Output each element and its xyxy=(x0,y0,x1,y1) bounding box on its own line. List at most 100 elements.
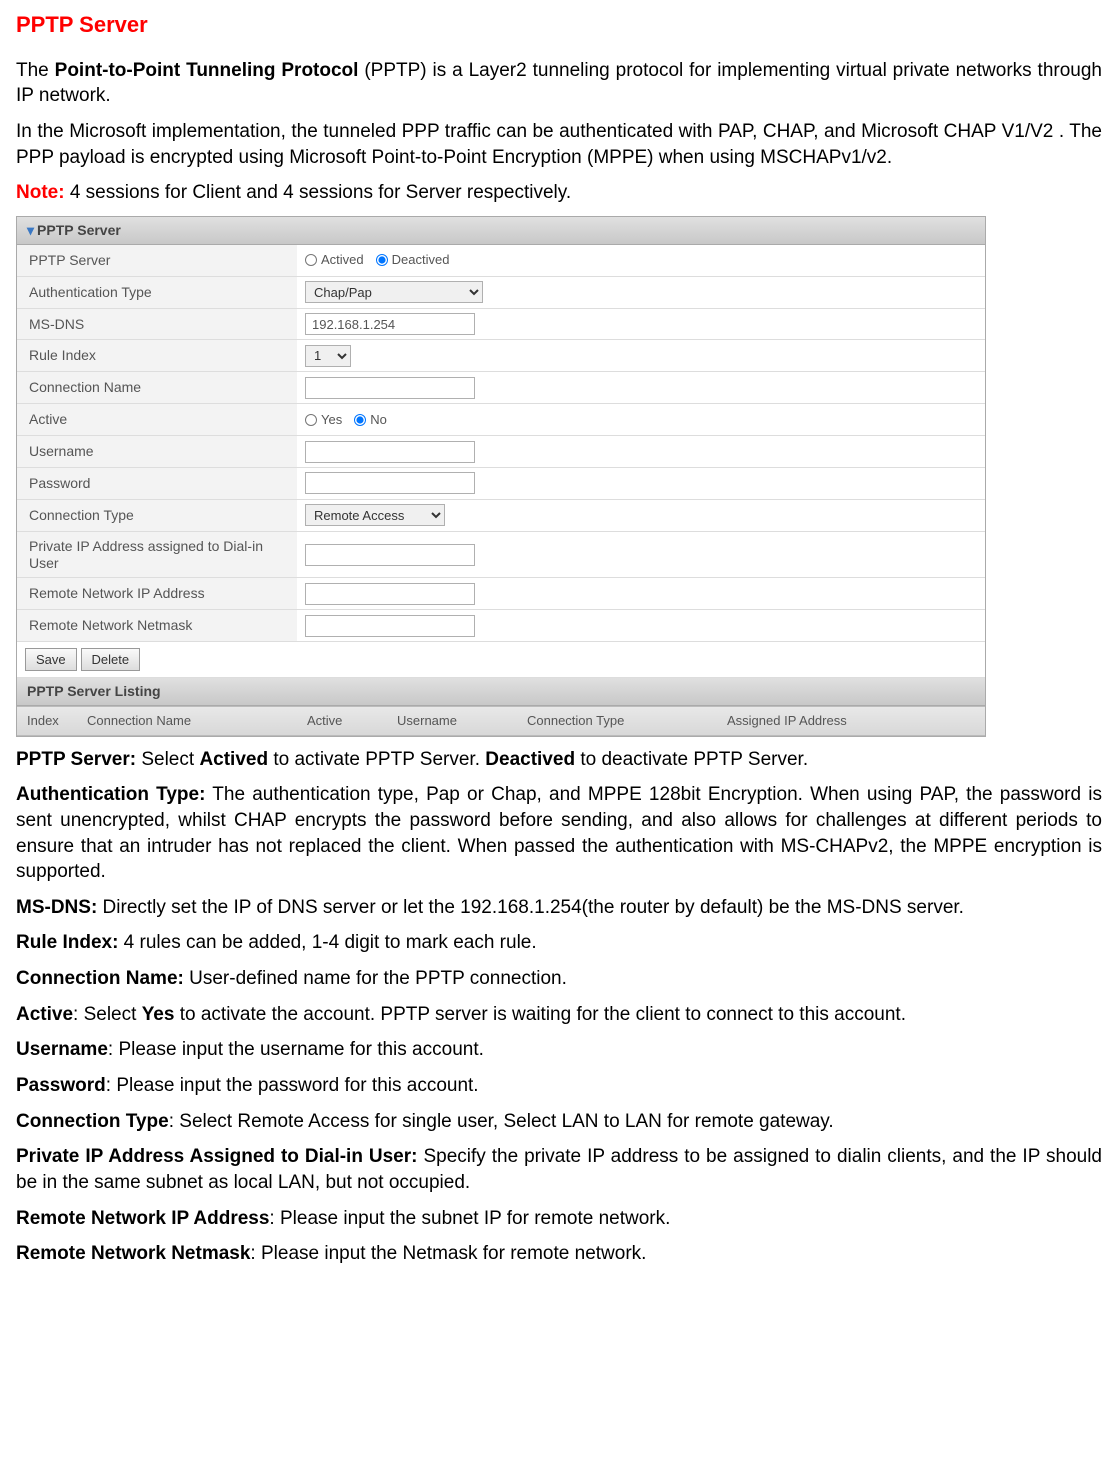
collapse-arrow-icon: ▾ xyxy=(27,222,34,238)
desc-rule-index-label: Rule Index: xyxy=(16,932,118,953)
label-username: Username xyxy=(17,436,297,467)
desc-active-label: Active xyxy=(16,1004,73,1025)
desc-conn-type-text: : Select Remote Access for single user, … xyxy=(169,1111,834,1132)
label-remote-ip: Remote Network IP Address xyxy=(17,578,297,609)
desc-username-text: : Please input the username for this acc… xyxy=(108,1039,484,1060)
desc-rule-index: Rule Index: 4 rules can be added, 1-4 di… xyxy=(16,930,1102,956)
label-remote-netmask: Remote Network Netmask xyxy=(17,610,297,641)
delete-button[interactable]: Delete xyxy=(81,648,141,671)
note-label: Note: xyxy=(16,182,65,203)
th-conn-type: Connection Type xyxy=(517,707,717,735)
note-paragraph: Note: 4 sessions for Client and 4 sessio… xyxy=(16,180,1102,206)
row-rule-index: Rule Index 1 xyxy=(17,340,985,372)
page-title: PPTP Server xyxy=(16,10,1102,40)
row-remote-ip: Remote Network IP Address xyxy=(17,578,985,610)
label-pptp-server: PPTP Server xyxy=(17,245,297,276)
desc-private-ip: Private IP Address Assigned to Dial-in U… xyxy=(16,1144,1102,1195)
desc-pptp-server-b1: Actived xyxy=(199,749,268,770)
select-auth-type[interactable]: Chap/Pap xyxy=(305,281,483,303)
th-username: Username xyxy=(387,707,517,735)
note-text: 4 sessions for Client and 4 sessions for… xyxy=(65,182,572,203)
input-remote-ip[interactable] xyxy=(305,583,475,605)
label-auth-type: Authentication Type xyxy=(17,277,297,308)
row-connection-name: Connection Name xyxy=(17,372,985,404)
radio-yes-label: Yes xyxy=(321,411,342,429)
select-rule-index[interactable]: 1 xyxy=(305,345,351,367)
th-assigned-ip: Assigned IP Address xyxy=(717,707,985,735)
input-password[interactable] xyxy=(305,472,475,494)
desc-pptp-server-label: PPTP Server: xyxy=(16,749,136,770)
desc-auth-type: Authentication Type: The authentication … xyxy=(16,782,1102,885)
desc-active: Active: Select Yes to activate the accou… xyxy=(16,1002,1102,1028)
desc-ms-dns-label: MS-DNS: xyxy=(16,897,97,918)
desc-ms-dns: MS-DNS: Directly set the IP of DNS serve… xyxy=(16,895,1102,921)
desc-auth-type-label: Authentication Type: xyxy=(16,784,205,805)
th-index: Index xyxy=(17,707,77,735)
desc-username: Username: Please input the username for … xyxy=(16,1037,1102,1063)
row-pptp-server: PPTP Server Actived Deactived xyxy=(17,245,985,277)
input-remote-netmask[interactable] xyxy=(305,615,475,637)
pptp-server-form: ▾PPTP Server PPTP Server Actived Deactiv… xyxy=(16,216,986,737)
save-button[interactable]: Save xyxy=(25,648,77,671)
row-remote-netmask: Remote Network Netmask xyxy=(17,610,985,642)
desc-pptp-server: PPTP Server: Select Actived to activate … xyxy=(16,747,1102,773)
section-header: ▾PPTP Server xyxy=(17,217,985,245)
row-username: Username xyxy=(17,436,985,468)
desc-pptp-server-t3: to deactivate PPTP Server. xyxy=(575,749,808,770)
desc-password-text: : Please input the password for this acc… xyxy=(106,1075,479,1096)
row-auth-type: Authentication Type Chap/Pap xyxy=(17,277,985,309)
intro1-prefix: The xyxy=(16,60,55,81)
button-row: Save Delete xyxy=(17,642,985,678)
desc-remote-netmask-text: : Please input the Netmask for remote ne… xyxy=(250,1243,646,1264)
desc-pptp-server-t2: to activate PPTP Server. xyxy=(268,749,485,770)
desc-active-t1: : Select xyxy=(73,1004,142,1025)
desc-conn-name-text: User-defined name for the PPTP connectio… xyxy=(184,968,567,989)
desc-remote-ip-label: Remote Network IP Address xyxy=(16,1208,269,1229)
row-connection-type: Connection Type Remote Access xyxy=(17,500,985,532)
desc-conn-type-label: Connection Type xyxy=(16,1111,169,1132)
th-conn-name: Connection Name xyxy=(77,707,297,735)
listing-table-header: Index Connection Name Active Username Co… xyxy=(17,706,985,736)
label-connection-type: Connection Type xyxy=(17,500,297,531)
select-connection-type[interactable]: Remote Access xyxy=(305,504,445,526)
listing-header: PPTP Server Listing xyxy=(17,678,985,706)
th-active: Active xyxy=(297,707,387,735)
intro1-bold: Point-to-Point Tunneling Protocol xyxy=(55,60,359,81)
desc-conn-type: Connection Type: Select Remote Access fo… xyxy=(16,1109,1102,1135)
radio-no-label: No xyxy=(370,411,387,429)
radio-yes[interactable] xyxy=(305,414,317,426)
desc-conn-name-label: Connection Name: xyxy=(16,968,184,989)
radio-actived-label: Actived xyxy=(321,251,364,269)
desc-pptp-server-t1: Select xyxy=(136,749,199,770)
desc-remote-netmask-label: Remote Network Netmask xyxy=(16,1243,250,1264)
input-connection-name[interactable] xyxy=(305,377,475,399)
desc-ms-dns-text: Directly set the IP of DNS server or let… xyxy=(97,897,964,918)
radio-no[interactable] xyxy=(354,414,366,426)
label-private-ip: Private IP Address assigned to Dial-in U… xyxy=(17,532,297,578)
desc-private-ip-label: Private IP Address Assigned to Dial-in U… xyxy=(16,1146,417,1167)
row-active: Active Yes No xyxy=(17,404,985,436)
desc-remote-ip-text: : Please input the subnet IP for remote … xyxy=(269,1208,670,1229)
desc-active-b1: Yes xyxy=(142,1004,175,1025)
radio-deactived[interactable] xyxy=(376,254,388,266)
desc-remote-netmask: Remote Network Netmask: Please input the… xyxy=(16,1241,1102,1267)
row-private-ip: Private IP Address assigned to Dial-in U… xyxy=(17,532,985,579)
input-username[interactable] xyxy=(305,441,475,463)
desc-active-t2: to activate the account. PPTP server is … xyxy=(174,1004,906,1025)
row-password: Password xyxy=(17,468,985,500)
input-private-ip[interactable] xyxy=(305,544,475,566)
label-password: Password xyxy=(17,468,297,499)
section-title: PPTP Server xyxy=(37,222,121,238)
desc-password-label: Password xyxy=(16,1075,106,1096)
radio-actived[interactable] xyxy=(305,254,317,266)
desc-remote-ip: Remote Network IP Address: Please input … xyxy=(16,1206,1102,1232)
label-ms-dns: MS-DNS xyxy=(17,309,297,340)
label-rule-index: Rule Index xyxy=(17,340,297,371)
row-ms-dns: MS-DNS xyxy=(17,309,985,341)
input-ms-dns[interactable] xyxy=(305,313,475,335)
desc-username-label: Username xyxy=(16,1039,108,1060)
desc-password: Password: Please input the password for … xyxy=(16,1073,1102,1099)
intro-paragraph-2: In the Microsoft implementation, the tun… xyxy=(16,119,1102,170)
desc-pptp-server-b2: Deactived xyxy=(485,749,575,770)
desc-rule-index-text: 4 rules can be added, 1-4 digit to mark … xyxy=(118,932,536,953)
